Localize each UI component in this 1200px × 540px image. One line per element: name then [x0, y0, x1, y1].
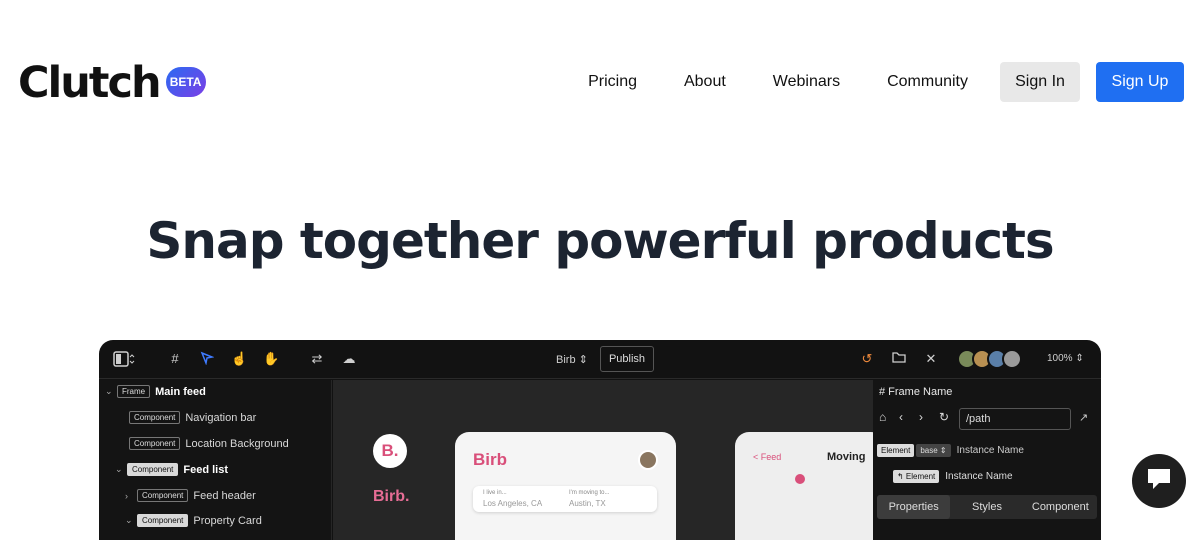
nav-link-community[interactable]: Community: [887, 73, 968, 91]
properties-panel: # Frame Name ⌂ ‹ › ↻ /path ↗ Element bas…: [873, 380, 1101, 540]
layer-label: Main feed: [155, 385, 206, 398]
instance-row[interactable]: ↰ Element Instance Name: [893, 470, 1013, 483]
frame-name-heading: # Frame Name: [879, 386, 953, 398]
history-icon[interactable]: ↺: [859, 351, 875, 367]
chevron-right-icon[interactable]: ›: [125, 491, 137, 501]
nav-link-about[interactable]: About: [684, 73, 726, 91]
element-chip: ↰ Element: [893, 470, 940, 483]
layer-tag: Component: [137, 489, 189, 502]
sign-in-button[interactable]: Sign In: [1000, 62, 1080, 102]
layer-label: Location Background: [185, 437, 289, 450]
publish-button[interactable]: Publish: [600, 346, 654, 372]
zoom-value: 100%: [1047, 353, 1073, 364]
refresh-icon[interactable]: ↻: [939, 410, 955, 424]
to-label: I'm moving to...: [569, 490, 610, 496]
layer-tag: Component: [129, 411, 181, 424]
zoom-level[interactable]: 100% ⇕: [1047, 353, 1084, 364]
feed-back-link: < Feed: [753, 452, 782, 462]
layer-tag: Component: [129, 437, 181, 450]
top-navigation: Clutch BETA Pricing About Webinars Commu…: [0, 0, 1200, 165]
layer-tag: Frame: [117, 385, 151, 398]
sign-up-button[interactable]: Sign Up: [1096, 62, 1184, 102]
map-pin-icon: [795, 474, 805, 484]
frame-tool-icon[interactable]: #: [167, 351, 183, 367]
instance-name: Instance Name: [945, 471, 1013, 482]
clutch-logo[interactable]: Clutch BETA: [18, 58, 206, 108]
forward-chevron-icon[interactable]: ›: [919, 410, 935, 424]
pan-hand-icon[interactable]: ✋: [263, 351, 279, 367]
from-label: I live in...: [483, 490, 507, 496]
instance-name: Instance Name: [956, 445, 1024, 456]
layer-label: Feed header: [193, 489, 256, 502]
pointer-hand-icon[interactable]: ☝: [231, 351, 247, 367]
layer-row[interactable]: ⌄ Component Property Card: [125, 514, 262, 527]
tools-icon[interactable]: ✕: [923, 351, 939, 367]
select-tool-icon[interactable]: [199, 351, 215, 367]
layer-label: Navigation bar: [185, 411, 257, 424]
share-icon: [1002, 349, 1022, 369]
instance-row[interactable]: Element base ⇕ Instance Name: [877, 444, 1024, 457]
design-canvas[interactable]: B. Birb. Birb I live in... Los Angeles, …: [333, 380, 885, 540]
to-value: Austin, TX: [569, 499, 606, 508]
route-navigation: ⌂ ‹ › ↻: [879, 410, 959, 424]
nav-link-pricing[interactable]: Pricing: [588, 73, 637, 91]
panel-tabs: Properties Styles Component: [877, 495, 1097, 519]
path-input[interactable]: /path: [959, 408, 1071, 430]
moving-label: Moving: [827, 451, 866, 463]
phone-frame-home[interactable]: Birb I live in... Los Angeles, CA I'm mo…: [455, 432, 676, 540]
collaborator-avatars[interactable]: [957, 349, 1022, 369]
layer-row[interactable]: ⌄ Component Feed list: [115, 463, 228, 476]
external-link-icon[interactable]: ↗: [1079, 411, 1088, 424]
swap-icon[interactable]: ⇄: [309, 351, 325, 367]
avatar: [638, 450, 658, 470]
logo-wordmark: Clutch: [18, 58, 162, 108]
project-selector[interactable]: Birb ⇕: [556, 353, 588, 366]
chat-bubble-icon: [1145, 466, 1173, 497]
birb-logo-mark: B.: [373, 434, 407, 468]
folder-icon[interactable]: [891, 351, 907, 367]
cloud-icon[interactable]: ☁: [341, 351, 357, 367]
chevron-down-icon[interactable]: ⌄: [115, 464, 127, 475]
nav-links: Pricing About Webinars Community Sign In…: [588, 62, 1184, 102]
editor-preview: # ☝ ✋ ⇄ ☁ Birb ⇕ Publish ↺ ✕ 100% ⇕ ⌄ Fr…: [99, 340, 1101, 540]
hero-title: Snap together powerful products: [146, 212, 1054, 270]
from-value: Los Angeles, CA: [483, 499, 543, 508]
location-search-box[interactable]: I live in... Los Angeles, CA I'm moving …: [473, 486, 657, 512]
layer-row[interactable]: ⌄ Frame Main feed: [105, 385, 206, 398]
layer-row[interactable]: Component Navigation bar: [129, 411, 256, 424]
tab-component[interactable]: Component: [1024, 495, 1097, 519]
element-chip: Element: [877, 444, 915, 457]
birb-logo-wordmark: Birb.: [373, 488, 410, 505]
back-chevron-icon[interactable]: ‹: [899, 410, 915, 424]
beta-badge: BETA: [165, 67, 206, 97]
tab-properties[interactable]: Properties: [877, 495, 951, 519]
layer-row[interactable]: Component Location Background: [129, 437, 289, 450]
home-icon[interactable]: ⌂: [879, 410, 895, 424]
base-variant-chip[interactable]: base ⇕: [916, 444, 951, 457]
layout-menu-icon[interactable]: [113, 351, 135, 367]
layer-label: Feed list: [183, 463, 228, 476]
phone-frame-map[interactable]: < Feed Moving: [735, 432, 885, 540]
chevron-down-icon[interactable]: ⌄: [105, 386, 117, 397]
nav-link-webinars[interactable]: Webinars: [773, 73, 840, 91]
layers-panel: ⌄ Frame Main feed Component Navigation b…: [99, 380, 332, 540]
chat-button[interactable]: [1132, 454, 1186, 508]
editor-toolbar: # ☝ ✋ ⇄ ☁ Birb ⇕ Publish ↺ ✕ 100% ⇕: [99, 340, 1101, 379]
layer-tag: Component: [137, 514, 189, 527]
chevron-down-icon[interactable]: ⌄: [125, 515, 137, 526]
project-name: Birb: [556, 354, 576, 366]
layer-tag: Component: [127, 463, 179, 476]
layer-label: Property Card: [193, 514, 262, 527]
layer-row[interactable]: › Component Feed header: [125, 489, 256, 502]
app-title: Birb: [473, 450, 507, 469]
tab-styles[interactable]: Styles: [950, 495, 1023, 519]
